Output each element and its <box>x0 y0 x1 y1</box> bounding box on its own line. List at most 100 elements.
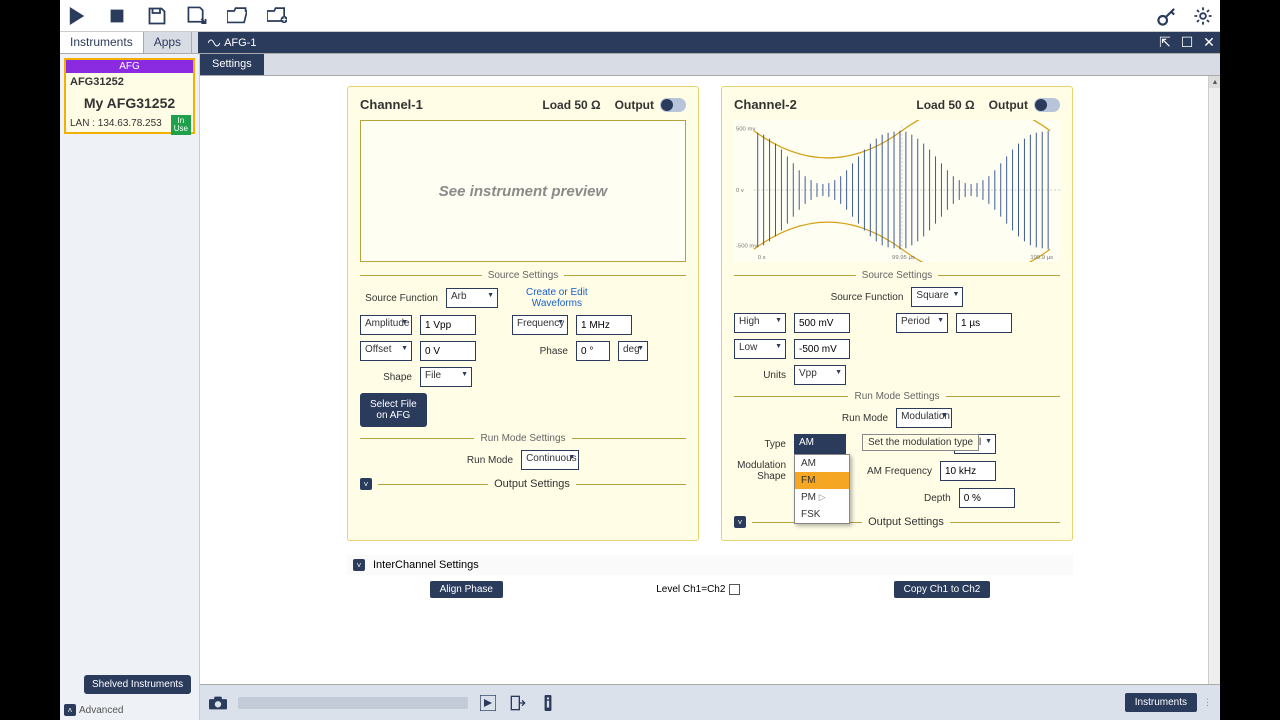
channel-2-output-toggle[interactable] <box>1034 98 1060 112</box>
instrument-lan: LAN : 134.63.78.253 In Use <box>66 115 193 132</box>
svg-text:0 v: 0 v <box>736 188 744 194</box>
interchannel-collapse-icon[interactable]: ˅ <box>353 559 365 571</box>
ch2-run-mode-select[interactable]: Modulation <box>896 408 952 428</box>
play-icon[interactable] <box>66 5 88 27</box>
popout-icon[interactable]: ⇱ <box>1154 33 1176 53</box>
channel-2-title: Channel-2 <box>734 97 797 112</box>
ch2-units-select[interactable]: Vpp <box>794 365 846 385</box>
stop-icon[interactable] <box>106 5 128 27</box>
instruments-chevron-icon[interactable]: ⋮ <box>1203 697 1212 708</box>
tab-apps[interactable]: Apps <box>144 32 192 53</box>
type-option-am[interactable]: AM <box>795 455 849 472</box>
in-use-badge: In Use <box>171 115 191 135</box>
ch2-source-function-select[interactable]: Square <box>911 287 963 307</box>
ch1-amplitude-input[interactable] <box>420 315 476 335</box>
channel-1-title: Channel-1 <box>360 97 423 112</box>
type-option-fsk[interactable]: FSK <box>795 506 849 523</box>
type-option-fm[interactable]: FM <box>795 472 849 489</box>
ch1-shape-select[interactable]: File <box>420 367 472 387</box>
ch2-mod-shape-label: Modulation Shape <box>734 460 786 482</box>
ch1-run-mode-settings-label: Run Mode Settings <box>480 433 565 444</box>
type-option-pm[interactable]: PM ▷ <box>795 489 849 506</box>
ch2-run-mode-label: Run Mode <box>842 413 888 424</box>
ch1-source-function-label: Source Function <box>360 293 438 304</box>
channel-1-load: Load 50 Ω <box>542 98 600 112</box>
align-phase-button[interactable]: Align Phase <box>430 581 503 598</box>
ch1-phase-input[interactable] <box>576 341 610 361</box>
export-icon[interactable] <box>508 693 528 713</box>
ch1-phase-label: Phase <box>512 346 568 357</box>
key-icon[interactable] <box>1156 5 1178 27</box>
document-tab-afg1[interactable]: AFG-1 <box>198 34 266 52</box>
select-file-on-afg-button[interactable]: Select File on AFG <box>360 393 427 427</box>
close-icon[interactable]: ✕ <box>1198 33 1220 53</box>
create-edit-waveforms-link[interactable]: Create or Edit Waveforms <box>526 287 588 309</box>
status-bar: Instruments ⋮ <box>200 684 1220 720</box>
save-as-icon[interactable] <box>186 5 208 27</box>
open-folder-icon[interactable] <box>226 5 248 27</box>
ch2-run-mode-settings-label: Run Mode Settings <box>854 391 939 402</box>
ch1-shape-label: Shape <box>360 372 412 383</box>
channel-2-output-label: Output <box>989 98 1028 112</box>
channel-1-output-toggle[interactable] <box>660 98 686 112</box>
interchannel-label: InterChannel Settings <box>373 559 479 571</box>
ch2-units-label: Units <box>734 370 786 381</box>
ch2-type-label: Type <box>734 439 786 450</box>
svg-text:0 s: 0 s <box>758 255 766 261</box>
ch2-am-freq-input[interactable] <box>940 461 996 481</box>
ch2-type-select[interactable]: AM <box>794 434 846 454</box>
ch1-frequency-input[interactable] <box>576 315 632 335</box>
ch2-high-select[interactable]: High <box>734 313 786 333</box>
ch1-output-settings-label: Output Settings <box>494 478 570 490</box>
instrument-sidebar: AFG AFG31252 My AFG31252 LAN : 134.63.78… <box>60 54 200 720</box>
ch1-offset-select[interactable]: Offset <box>360 341 412 361</box>
instrument-name: My AFG31252 <box>66 91 193 115</box>
channel-1-panel: Channel-1 Load 50 Ω Output See instrumen… <box>347 86 699 541</box>
ch2-period-input[interactable] <box>956 313 1012 333</box>
ch1-offset-input[interactable] <box>420 341 476 361</box>
ch1-frequency-select[interactable]: Frequency <box>512 315 568 335</box>
instrument-card[interactable]: AFG AFG31252 My AFG31252 LAN : 134.63.78… <box>64 58 195 134</box>
open-folder-plus-icon[interactable] <box>266 5 288 27</box>
waveform-icon <box>208 38 220 48</box>
ch1-source-function-select[interactable]: Arb <box>446 288 498 308</box>
instrument-type-label: AFG <box>66 60 193 73</box>
channel-1-preview[interactable]: See instrument preview <box>360 120 686 262</box>
svg-text:500 mv: 500 mv <box>736 127 755 133</box>
ch2-output-settings-label: Output Settings <box>868 516 944 528</box>
level-ch1-ch2-checkbox[interactable] <box>729 584 740 595</box>
channel-2-load: Load 50 Ω <box>916 98 974 112</box>
instruments-button[interactable]: Instruments <box>1125 693 1197 712</box>
ch2-source-settings-label: Source Settings <box>862 270 933 281</box>
maximize-icon[interactable]: ☐ <box>1176 33 1198 53</box>
ch1-phase-unit-select[interactable]: deg <box>618 341 648 361</box>
level-ch1-ch2-label: Level Ch1=Ch2 <box>656 584 725 595</box>
ch2-high-input[interactable] <box>794 313 850 333</box>
ch2-low-select[interactable]: Low <box>734 339 786 359</box>
ch2-period-select[interactable]: Period <box>896 313 948 333</box>
interchannel-settings-row: ˅ InterChannel Settings <box>347 555 1073 575</box>
ch2-depth-input[interactable] <box>959 488 1015 508</box>
shelved-instruments-button[interactable]: Shelved Instruments <box>84 675 191 694</box>
ch1-amplitude-select[interactable]: Amplitude <box>360 315 412 335</box>
step-run-icon[interactable] <box>478 693 498 713</box>
ch1-run-mode-select[interactable]: Continuous <box>521 450 579 470</box>
channel-2-panel: Channel-2 Load 50 Ω Output 500 mv 0 v -5… <box>721 86 1073 541</box>
tabs-row: Instruments Apps AFG-1 ⇱ ☐ ✕ <box>60 32 1220 54</box>
ch2-low-input[interactable] <box>794 339 850 359</box>
info-icon[interactable] <box>538 693 558 713</box>
advanced-toggle[interactable]: ˄ Advanced <box>64 704 123 716</box>
tab-settings[interactable]: Settings <box>200 54 264 75</box>
ch1-output-collapse-icon[interactable]: ˅ <box>360 478 372 490</box>
vertical-scrollbar[interactable]: ▲ <box>1208 76 1220 684</box>
scroll-up-icon[interactable]: ▲ <box>1209 76 1220 88</box>
save-icon[interactable] <box>146 5 168 27</box>
ch2-source-function-label: Source Function <box>831 292 904 303</box>
camera-icon[interactable] <box>208 693 228 713</box>
progress-bar <box>238 697 468 709</box>
copy-ch1-ch2-button[interactable]: Copy Ch1 to Ch2 <box>894 581 991 598</box>
ch2-type-dropdown[interactable]: AM FM PM ▷ FSK <box>794 454 850 524</box>
ch2-output-collapse-icon[interactable]: ˅ <box>734 516 746 528</box>
tab-instruments[interactable]: Instruments <box>60 32 144 53</box>
gear-icon[interactable] <box>1192 5 1214 27</box>
